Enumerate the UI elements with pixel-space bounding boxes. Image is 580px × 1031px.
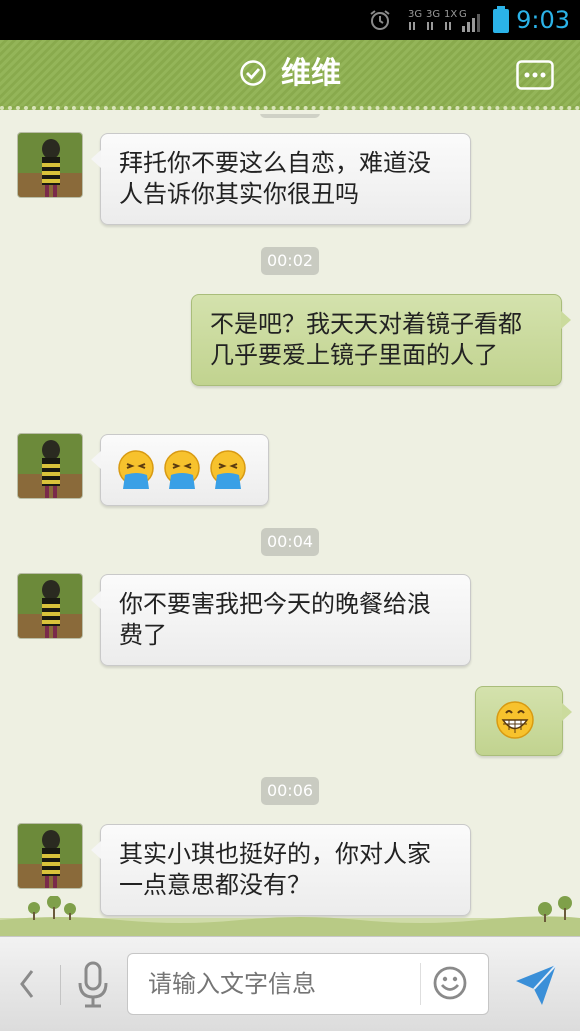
vomit-emoji-icon — [118, 450, 154, 489]
message-bubble-incoming[interactable] — [91, 434, 269, 506]
contact-avatar[interactable] — [17, 132, 83, 198]
emoji-picker-icon[interactable] — [432, 965, 468, 1001]
chevron-left-icon[interactable] — [18, 967, 36, 1001]
avatar-photo — [18, 434, 82, 498]
verified-check-icon — [240, 60, 266, 86]
vomit-emoji-icon — [210, 450, 246, 489]
header-title-area: 维维 — [0, 54, 580, 94]
message-bubble-incoming[interactable]: 拜托你不要这么自恋，难道没人告诉你其实你很丑吗 — [91, 133, 471, 225]
clock-time: 9:03 — [516, 6, 570, 34]
timestamp-chip: 00:04 — [261, 528, 319, 556]
message-bubble-outgoing[interactable] — [475, 686, 572, 756]
previous-timestamp-edge — [260, 114, 320, 118]
contact-avatar[interactable] — [17, 433, 83, 499]
vomit-emoji-icon — [164, 450, 200, 489]
chat-header: 维维 — [0, 40, 580, 110]
message-text: 拜托你不要这么自恋，难道没人告诉你其实你很丑吗 — [119, 149, 431, 208]
avatar-photo — [18, 574, 82, 638]
net-label-2: 3G — [426, 9, 440, 20]
message-text: 其实小琪也挺好的，你对人家一点意思都没有？ — [119, 840, 431, 899]
microphone-icon[interactable] — [76, 961, 110, 1009]
more-options-icon[interactable] — [516, 60, 554, 90]
avatar-photo — [18, 133, 82, 197]
input-divider — [60, 965, 61, 1005]
chat-message-list[interactable]: 拜托你不要这么自恋，难道没人告诉你其实你很丑吗 00:02 不是吧？我天天对着镜… — [0, 114, 580, 934]
grin-emoji-icon — [496, 701, 534, 739]
avatar-photo — [18, 824, 82, 888]
contact-avatar[interactable] — [17, 573, 83, 639]
status-bar: 3G 3G 1X G 9:03 — [0, 0, 580, 40]
message-text: 你不要害我把今天的晚餐给浪费了 — [119, 590, 431, 649]
net-label-4: G — [459, 9, 467, 20]
timestamp-chip: 00:02 — [261, 247, 319, 275]
send-icon[interactable] — [512, 961, 560, 1009]
net-label-3: 1X — [444, 9, 457, 20]
contact-name: 维维 — [281, 56, 341, 91]
message-input-bar — [0, 936, 580, 1031]
message-text: 不是吧？我天天对着镜子看都几乎要爱上镜子里面的人了 — [210, 310, 522, 369]
network-signal-icon: 3G 3G 1X G — [408, 9, 480, 32]
contact-avatar[interactable] — [17, 823, 83, 889]
landscape-decoration — [0, 896, 580, 936]
message-bubble-outgoing[interactable]: 不是吧？我天天对着镜子看都几乎要爱上镜子里面的人了 — [191, 294, 571, 386]
field-divider — [420, 963, 421, 1005]
alarm-clock-icon — [370, 10, 390, 30]
timestamp-chip: 00:06 — [261, 777, 319, 805]
battery-icon — [493, 6, 509, 33]
net-label-1: 3G — [408, 9, 422, 20]
message-bubble-incoming[interactable]: 你不要害我把今天的晚餐给浪费了 — [91, 574, 471, 666]
